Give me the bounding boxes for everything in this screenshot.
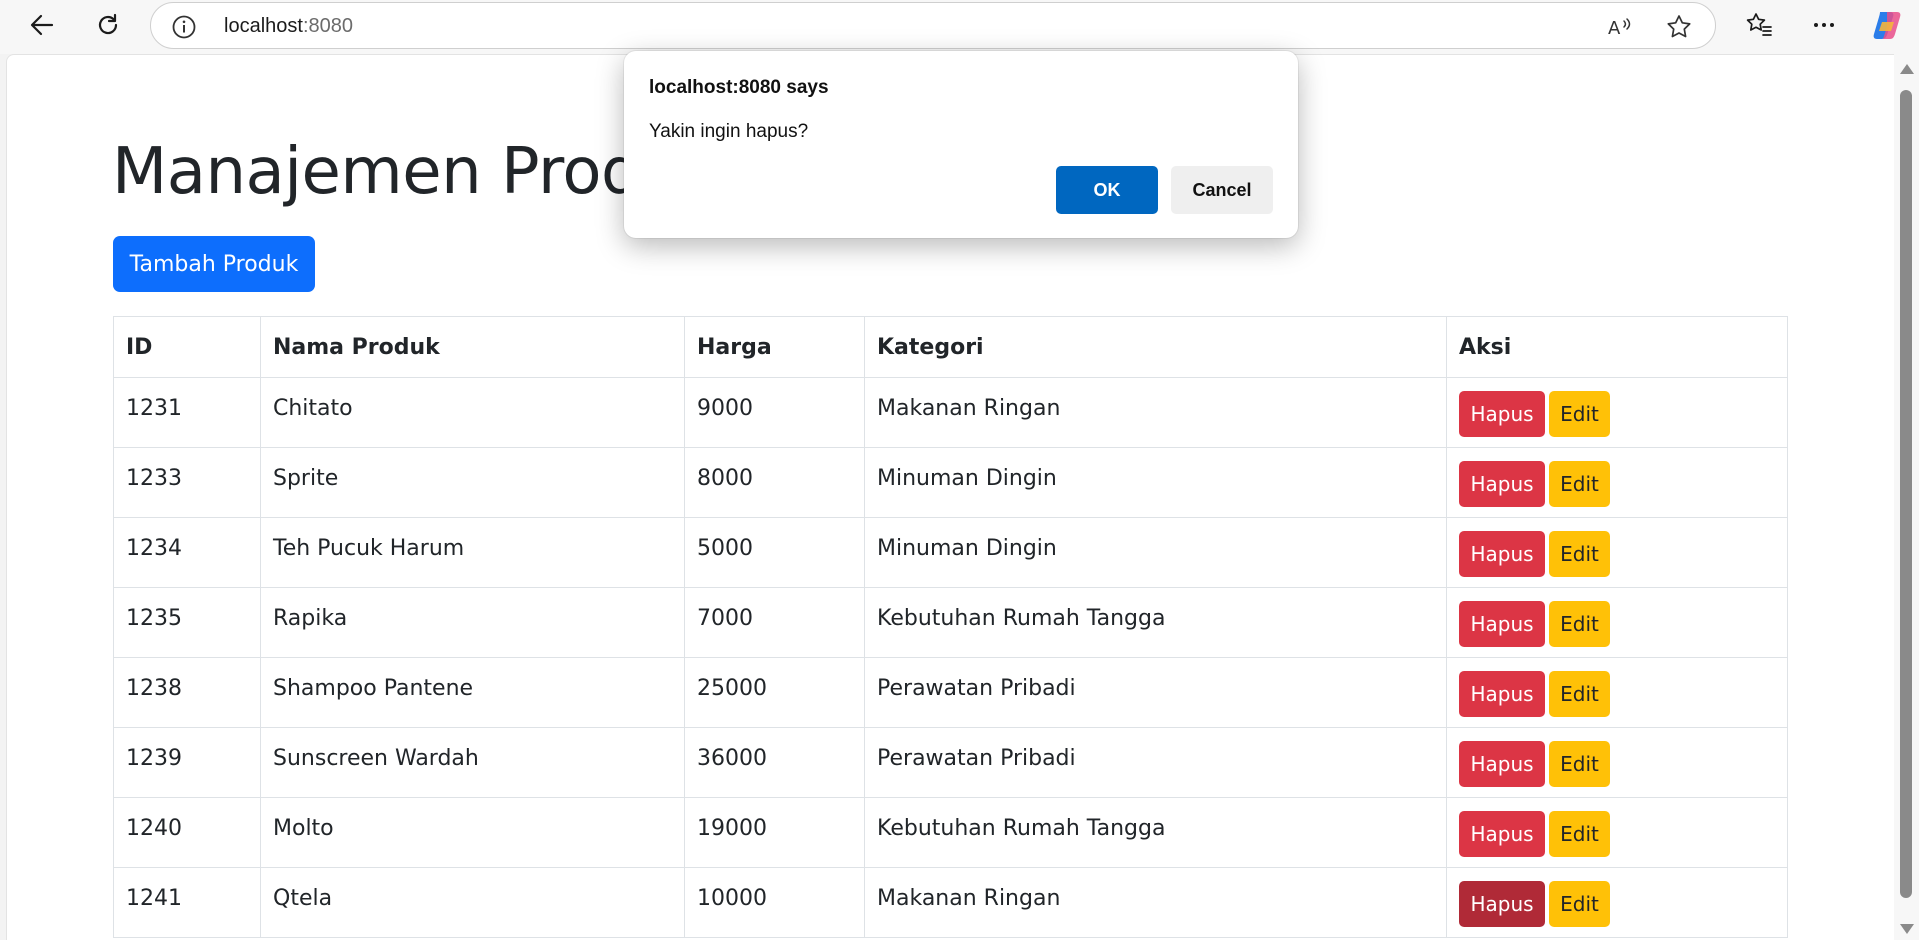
refresh-icon[interactable] bbox=[88, 5, 128, 45]
cell-category: Kebutuhan Rumah Tangga bbox=[864, 587, 1447, 658]
header-actions: Aksi bbox=[1446, 316, 1788, 378]
delete-button[interactable]: Hapus bbox=[1459, 601, 1545, 647]
cell-name: Teh Pucuk Harum bbox=[260, 517, 685, 588]
cell-name: Qtela bbox=[260, 867, 685, 938]
edit-button[interactable]: Edit bbox=[1549, 881, 1610, 927]
confirm-dialog: localhost:8080 says Yakin ingin hapus? O… bbox=[624, 51, 1298, 238]
delete-button[interactable]: Hapus bbox=[1459, 741, 1545, 787]
cell-price: 5000 bbox=[684, 517, 865, 588]
edit-button[interactable]: Edit bbox=[1549, 741, 1610, 787]
table-row: 1239 Sunscreen Wardah 36000 Perawatan Priba… bbox=[113, 727, 1788, 798]
cell-actions: Hapus Edit bbox=[1446, 447, 1788, 518]
dialog-title: localhost:8080 says bbox=[649, 77, 829, 98]
cell-id: 1240 bbox=[113, 797, 261, 868]
edit-button[interactable]: Edit bbox=[1549, 811, 1610, 857]
cell-id: 1238 bbox=[113, 657, 261, 728]
cell-name: Rapika bbox=[260, 587, 685, 658]
cancel-button[interactable]: Cancel bbox=[1171, 166, 1273, 214]
delete-button[interactable]: Hapus bbox=[1459, 811, 1545, 857]
favorites-icon[interactable] bbox=[1739, 5, 1779, 45]
table-row: 1240 Molto 19000 Kebutuhan Rumah Tangga Hapu… bbox=[113, 797, 1788, 868]
cell-category: Makanan Ringan bbox=[864, 867, 1447, 938]
dialog-message: Yakin ingin hapus? bbox=[649, 121, 809, 142]
edit-button[interactable]: Edit bbox=[1549, 671, 1610, 717]
cell-actions: Hapus Edit bbox=[1446, 657, 1788, 728]
address-bar[interactable]: localhost:8080 A bbox=[150, 2, 1716, 49]
cell-actions: Hapus Edit bbox=[1446, 587, 1788, 658]
cell-id: 1241 bbox=[113, 867, 261, 938]
scroll-down-icon[interactable] bbox=[1900, 924, 1914, 934]
cell-category: Makanan Ringan bbox=[864, 377, 1447, 448]
star-icon[interactable] bbox=[1664, 12, 1694, 42]
cell-name: Sprite bbox=[260, 447, 685, 518]
table-row: 1231 Chitato 9000 Makanan Ringan Hapus Edit bbox=[113, 377, 1788, 448]
cell-category: Minuman Dingin bbox=[864, 517, 1447, 588]
cell-category: Kebutuhan Rumah Tangga bbox=[864, 797, 1447, 868]
cell-actions: Hapus Edit bbox=[1446, 517, 1788, 588]
header-id: ID bbox=[113, 316, 261, 378]
url-port: :8080 bbox=[302, 15, 353, 37]
delete-button[interactable]: Hapus bbox=[1459, 881, 1545, 927]
header-price: Harga bbox=[684, 316, 865, 378]
table-row: 1241 Qtela 10000 Makanan Ringan Hapus Edit bbox=[113, 867, 1788, 938]
cell-name: Chitato bbox=[260, 377, 685, 448]
scroll-thumb[interactable] bbox=[1900, 90, 1912, 898]
url-text[interactable]: localhost:8080 bbox=[224, 15, 353, 38]
table-row: 1234 Teh Pucuk Harum 5000 Minuman Dingin Hap… bbox=[113, 517, 1788, 588]
cell-id: 1234 bbox=[113, 517, 261, 588]
read-aloud-icon[interactable]: A bbox=[1604, 12, 1634, 42]
delete-button[interactable]: Hapus bbox=[1459, 671, 1545, 717]
url-host: localhost bbox=[224, 15, 303, 37]
cell-name: Sunscreen Wardah bbox=[260, 727, 685, 798]
cell-id: 1235 bbox=[113, 587, 261, 658]
back-arrow-icon[interactable] bbox=[22, 5, 62, 45]
cell-price: 36000 bbox=[684, 727, 865, 798]
cell-name: Shampoo Pantene bbox=[260, 657, 685, 728]
cell-actions: Hapus Edit bbox=[1446, 377, 1788, 448]
edit-button[interactable]: Edit bbox=[1549, 531, 1610, 577]
table-row: 1235 Rapika 7000 Kebutuhan Rumah Tangga Hapu… bbox=[113, 587, 1788, 658]
delete-button[interactable]: Hapus bbox=[1459, 531, 1545, 577]
cell-price: 9000 bbox=[684, 377, 865, 448]
cell-category: Perawatan Pribadi bbox=[864, 727, 1447, 798]
cell-id: 1233 bbox=[113, 447, 261, 518]
cell-price: 19000 bbox=[684, 797, 865, 868]
scrollbar[interactable] bbox=[1894, 54, 1919, 940]
table-header-row: ID Nama Produk Harga Kategori Aksi bbox=[113, 316, 1788, 378]
copilot-icon[interactable] bbox=[1867, 5, 1907, 45]
cell-id: 1239 bbox=[113, 727, 261, 798]
more-icon[interactable] bbox=[1804, 5, 1844, 45]
svg-text:A: A bbox=[1608, 18, 1621, 39]
table-row: 1233 Sprite 8000 Minuman Dingin Hapus Edit bbox=[113, 447, 1788, 518]
cell-price: 8000 bbox=[684, 447, 865, 518]
header-category: Kategori bbox=[864, 316, 1447, 378]
add-product-button[interactable]: Tambah Produk bbox=[113, 236, 315, 292]
browser-toolbar: localhost:8080 A bbox=[0, 0, 1919, 54]
cell-price: 7000 bbox=[684, 587, 865, 658]
cell-name: Molto bbox=[260, 797, 685, 868]
cell-category: Minuman Dingin bbox=[864, 447, 1447, 518]
scroll-up-icon[interactable] bbox=[1900, 64, 1914, 74]
ok-button[interactable]: OK bbox=[1056, 166, 1158, 214]
delete-button[interactable]: Hapus bbox=[1459, 461, 1545, 507]
cell-category: Perawatan Pribadi bbox=[864, 657, 1447, 728]
cell-actions: Hapus Edit bbox=[1446, 727, 1788, 798]
cell-price: 25000 bbox=[684, 657, 865, 728]
table-row: 1238 Shampoo Pantene 25000 Perawatan Pribad… bbox=[113, 657, 1788, 728]
cell-actions: Hapus Edit bbox=[1446, 797, 1788, 868]
product-table: ID Nama Produk Harga Kategori Aksi 1231 C… bbox=[113, 316, 1788, 938]
info-icon[interactable] bbox=[171, 14, 197, 40]
header-name: Nama Produk bbox=[260, 316, 685, 378]
cell-price: 10000 bbox=[684, 867, 865, 938]
cell-actions: Hapus Edit bbox=[1446, 867, 1788, 938]
edit-button[interactable]: Edit bbox=[1549, 391, 1610, 437]
delete-button[interactable]: Hapus bbox=[1459, 391, 1545, 437]
edit-button[interactable]: Edit bbox=[1549, 461, 1610, 507]
edit-button[interactable]: Edit bbox=[1549, 601, 1610, 647]
cell-id: 1231 bbox=[113, 377, 261, 448]
